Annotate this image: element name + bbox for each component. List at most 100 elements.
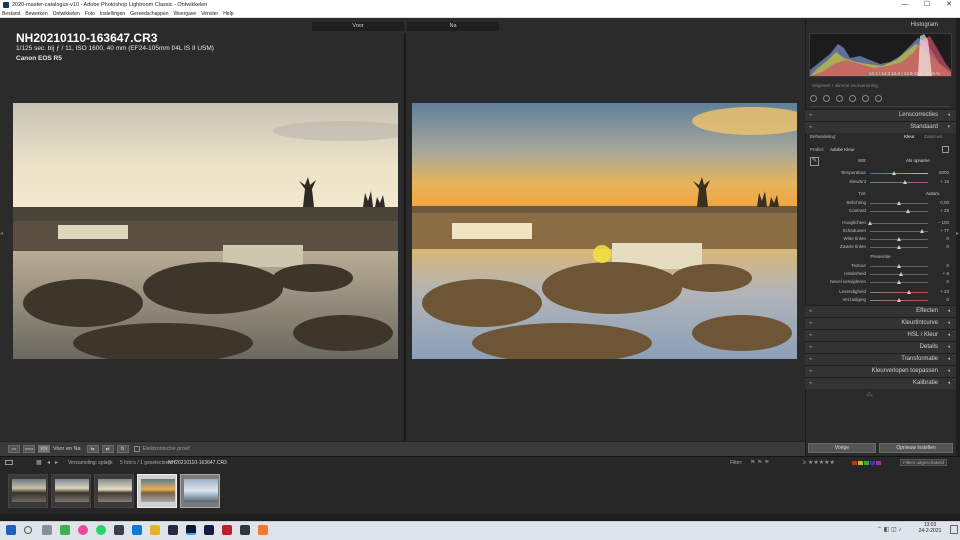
contrast-knob[interactable] [906,209,910,213]
before-photo[interactable] [13,103,398,359]
contrast-slider[interactable]: Contrast + 29 [808,208,953,216]
task-view-icon[interactable] [42,525,52,535]
highlights-value[interactable]: − 100 [933,220,949,225]
texture-knob[interactable] [897,264,901,268]
filmstrip-thumbnail[interactable] [180,474,220,508]
saturation-value[interactable]: 0 [933,297,949,302]
temperature-value[interactable]: 5000 [933,170,949,175]
blacks-value[interactable]: 0 [933,244,949,249]
grid-view-icon[interactable]: ▦ [36,459,42,466]
before-after-mode-button[interactable]: Y|Y [38,445,50,453]
compare-view-button[interactable]: ▭▭ [23,445,35,453]
left-panel-toggle-icon[interactable]: ◂ [0,230,4,240]
adjustment-brush-icon[interactable] [875,95,882,102]
notification-icon[interactable] [950,525,958,534]
temperature-slider[interactable]: Temperatuur 5000 [808,170,953,178]
exposure-slider[interactable]: Belichting 0,00 [808,200,953,208]
menu-help[interactable]: Help [223,11,233,17]
reset-button[interactable]: Opnieuw instellen [879,443,953,453]
exposure-value[interactable]: 0,00 [933,200,949,205]
menu-weergave[interactable]: Weergave [174,11,197,17]
taskbar-app-icon[interactable] [132,525,142,535]
panel-calibration[interactable]: ◂ Kalibratie ◂ [805,377,956,389]
filmstrip-thumbnail[interactable] [51,474,91,508]
whites-value[interactable]: 0 [933,236,949,241]
saturation-knob[interactable] [897,298,901,302]
profile-dropdown[interactable]: Adobe Kleur [830,147,855,152]
taskbar-app-icon[interactable] [240,525,250,535]
previous-settings-button[interactable]: Vorige [808,443,876,453]
filmstrip-thumbnail-selected[interactable] [137,474,177,508]
whatsapp-icon[interactable] [96,525,106,535]
after-photo[interactable] [412,103,797,359]
system-tray-icons[interactable]: ⌃ ◧ ◫ ♪ [877,526,901,533]
clarity-slider[interactable]: Helderheid + 8 [808,271,953,279]
clarity-knob[interactable] [899,272,903,276]
texture-slider[interactable]: Textuur 0 [808,263,953,271]
highlights-slider[interactable]: Hooglichten − 100 [808,220,953,228]
back-arrow-icon[interactable]: ◂ [47,459,50,466]
swap-button[interactable]: ⇅ [116,445,129,453]
panel-transform[interactable]: ◂ Transformatie ◂ [805,353,956,365]
taskbar-app-icon[interactable] [78,525,88,535]
menu-bestand[interactable]: Bestand [2,11,20,17]
copy-before-to-after-button[interactable]: ⇆ [86,445,99,453]
wb-eyedropper-icon[interactable]: ✎ [810,157,819,166]
shadows-slider[interactable]: Schaduwen + 77 [808,228,953,236]
acrobat-icon[interactable] [222,525,232,535]
panel-basic[interactable]: ◂ Standaard ▾ [805,121,956,133]
loupe-view-button[interactable]: ▭ [8,445,20,453]
soft-proof-checkbox[interactable] [133,446,140,452]
whites-knob[interactable] [897,237,901,241]
star-rating-filter[interactable]: ≥ ★★★★★ [803,459,835,466]
lightroom-icon[interactable] [186,525,196,535]
taskbar-app-icon[interactable] [114,525,124,535]
filmstrip-thumbnail[interactable] [8,474,48,508]
taskbar-app-icon[interactable] [258,525,268,535]
treatment-bw-option[interactable]: Zwart-wit [924,134,942,139]
tint-slider[interactable]: Kleurtint + 18 [808,179,953,187]
filmstrip-current-file[interactable]: NH20210110-163647.CR3 [168,460,227,466]
filmstrip-thumbnail[interactable] [94,474,134,508]
crop-tool-icon[interactable] [810,95,817,102]
panel-split-toning[interactable]: ◂ Kleurverlopen toepassen ◂ [805,365,956,377]
saturation-slider[interactable]: Verzadiging 0 [808,297,953,305]
menu-gereedschappen[interactable]: Gereedschappen [130,11,168,17]
radial-filter-icon[interactable] [862,95,869,102]
menu-instellingen[interactable]: Instellingen [100,11,125,17]
clarity-value[interactable]: + 8 [933,271,949,276]
blacks-knob[interactable] [897,245,901,249]
filter-dropdown[interactable]: Filters uitgeschakeld [900,459,948,466]
close-button[interactable]: ✕ [938,0,960,10]
contrast-value[interactable]: + 29 [933,208,949,213]
file-explorer-icon[interactable] [150,525,160,535]
texture-value[interactable]: 0 [933,263,949,268]
treatment-color-option[interactable]: Kleur [904,134,915,139]
graduated-filter-icon[interactable] [849,95,856,102]
whites-slider[interactable]: Witte tinten 0 [808,236,953,244]
start-icon[interactable] [6,525,16,535]
search-icon[interactable] [24,526,32,534]
vibrance-value[interactable]: + 33 [933,289,949,294]
blacks-slider[interactable]: Zwarte tinten 0 [808,244,953,252]
panel-hsl[interactable]: ◂ HSL / Kleur ◂ [805,329,956,341]
secondary-window-icon[interactable] [5,460,13,465]
histogram-title[interactable]: Histogram [805,22,956,32]
filmstrip-source[interactable]: Verzameling: splatjk [68,460,112,466]
minimize-button[interactable]: — [894,0,916,10]
copy-after-to-before-button[interactable]: ⇄ [101,445,114,453]
panel-lens-corrections[interactable]: ◂ Lenscorrecties ◂ [805,109,956,121]
taskbar-app-icon[interactable] [60,525,70,535]
dehaze-slider[interactable]: Nevel verwijderen 0 [808,279,953,287]
panel-tone-curve[interactable]: ◂ Kleurtintcurve ◂ [805,317,956,329]
photoshop-icon[interactable] [168,525,178,535]
dehaze-value[interactable]: 0 [933,279,949,284]
right-panel-toggle[interactable]: ▸ [956,18,960,456]
tone-auto-button[interactable]: Autom. [926,191,940,196]
forward-arrow-icon[interactable]: ▸ [55,459,58,466]
profile-browser-icon[interactable] [942,146,949,153]
shadows-knob[interactable] [920,229,924,233]
color-label-filter[interactable] [852,461,881,465]
panel-effects[interactable]: ◂ Effecten ◂ [805,305,956,317]
menu-ontwikkelen[interactable]: Ontwikkelen [53,11,80,17]
